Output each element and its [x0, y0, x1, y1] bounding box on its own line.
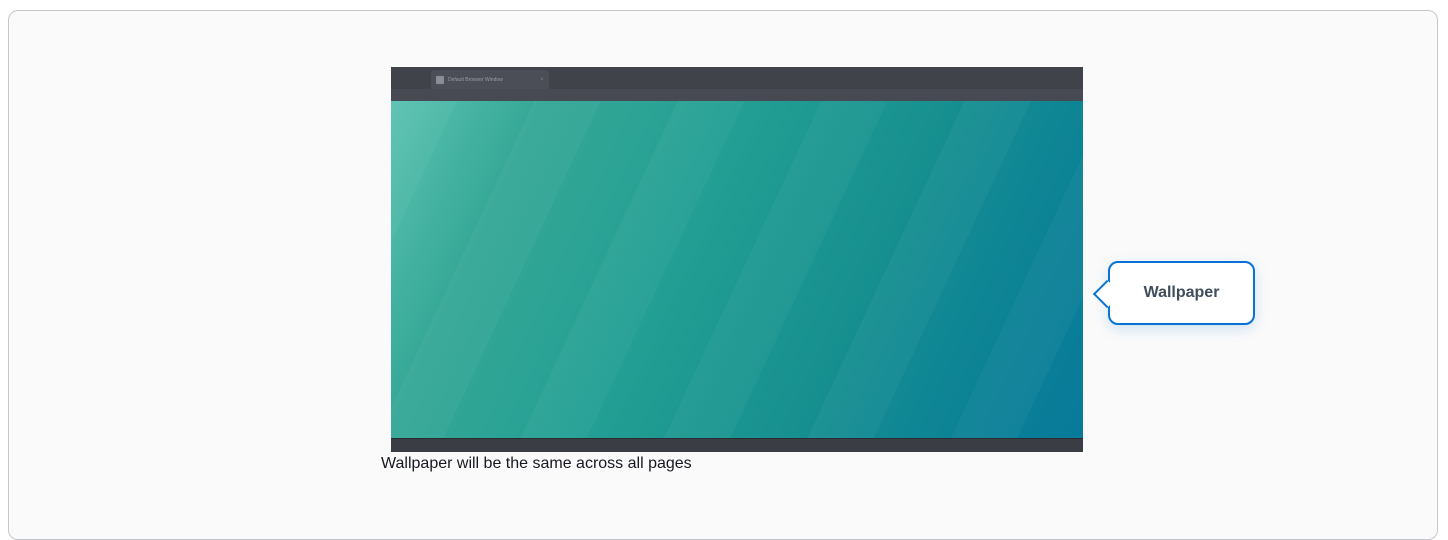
tab-title: Default Browser Window — [448, 76, 503, 83]
wallpaper-callout: Wallpaper — [1092, 261, 1255, 325]
browser-tab-strip: Default Browser Window × — [391, 67, 1083, 89]
content-card: Default Browser Window × Wallpaper — [8, 10, 1438, 540]
callout-pointer — [1092, 279, 1122, 309]
browser-toolbar — [391, 89, 1083, 101]
browser-tab[interactable]: Default Browser Window × — [431, 70, 549, 89]
callout-label: Wallpaper — [1143, 284, 1220, 301]
tab-favicon-icon — [436, 75, 444, 84]
taskbar — [391, 438, 1083, 452]
caption-text: Wallpaper will be the same across all pa… — [381, 455, 692, 472]
workspace-screenshot: Default Browser Window × — [391, 67, 1083, 452]
tab-close-icon[interactable]: × — [535, 77, 549, 83]
desktop-wallpaper — [391, 101, 1083, 438]
